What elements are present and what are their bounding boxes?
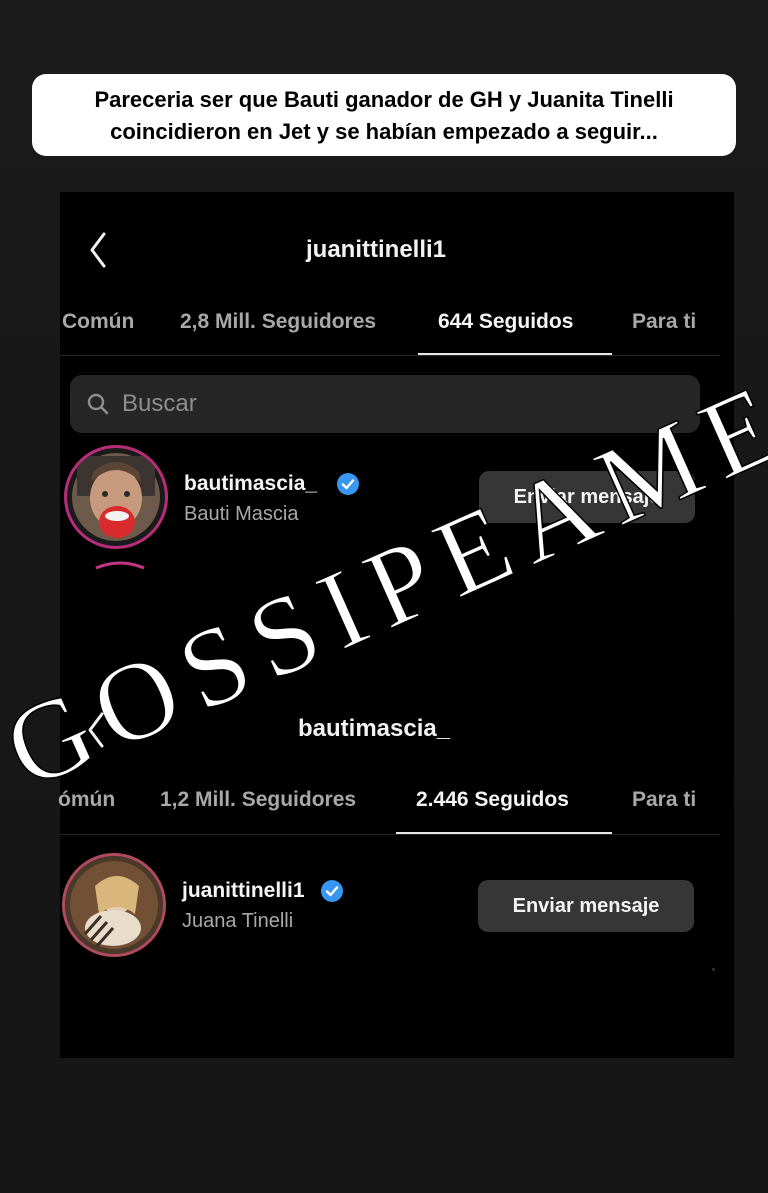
verified-badge-icon [337, 473, 359, 495]
tab-followers-2[interactable]: 1,2 Mill. Seguidores [160, 788, 356, 812]
active-tab-indicator-2 [396, 832, 612, 834]
back-arrow-icon-2[interactable] [86, 710, 106, 750]
caption-line-2: coincidieron en Jet y se habían empezado… [110, 119, 658, 144]
tabs-divider [60, 355, 720, 356]
tab-followers[interactable]: 2,8 Mill. Seguidores [180, 310, 376, 334]
avatar-bautimascia[interactable] [64, 445, 168, 549]
result-full-name-2: Juana Tinelli [182, 910, 294, 932]
avatar-juanittinelli1[interactable] [62, 853, 166, 957]
send-message-button[interactable]: Enviar mensaje [479, 471, 695, 523]
profile-header-title: juanittinelli1 [306, 236, 447, 263]
tab-following-2[interactable]: 2.446 Seguidos [416, 788, 569, 812]
search-input[interactable]: Buscar [122, 390, 197, 418]
search-bar[interactable]: Buscar [70, 375, 700, 433]
tab-common[interactable]: Común [62, 310, 134, 334]
tabs-divider-2 [60, 834, 720, 835]
tab-for-you[interactable]: Para ti [632, 310, 696, 334]
back-arrow-icon[interactable] [88, 230, 108, 270]
result-username[interactable]: bautimascia_ [184, 472, 317, 496]
result-username-2[interactable]: juanittinelli1 [182, 879, 305, 903]
story-caption: Pareceria ser que Bauti ganador de GH y … [32, 74, 736, 156]
avatar-photo-2 [65, 856, 163, 954]
tab-common-2[interactable]: ómún [58, 788, 115, 812]
verified-badge-icon-2 [321, 880, 343, 902]
artifact-dot [712, 968, 715, 971]
active-tab-indicator [418, 353, 612, 355]
send-message-button-2[interactable]: Enviar mensaje [478, 880, 694, 932]
caption-line-1: Pareceria ser que Bauti ganador de GH y … [94, 87, 674, 112]
result-full-name: Bauti Mascia [184, 503, 299, 525]
profile-header-title-2: bautimascia_ [298, 715, 451, 742]
tab-for-you-2[interactable]: Para ti [632, 788, 696, 812]
search-icon [87, 393, 109, 415]
avatar-photo [72, 453, 160, 541]
story-ring-fragment [95, 561, 145, 570]
tab-following[interactable]: 644 Seguidos [438, 310, 573, 334]
